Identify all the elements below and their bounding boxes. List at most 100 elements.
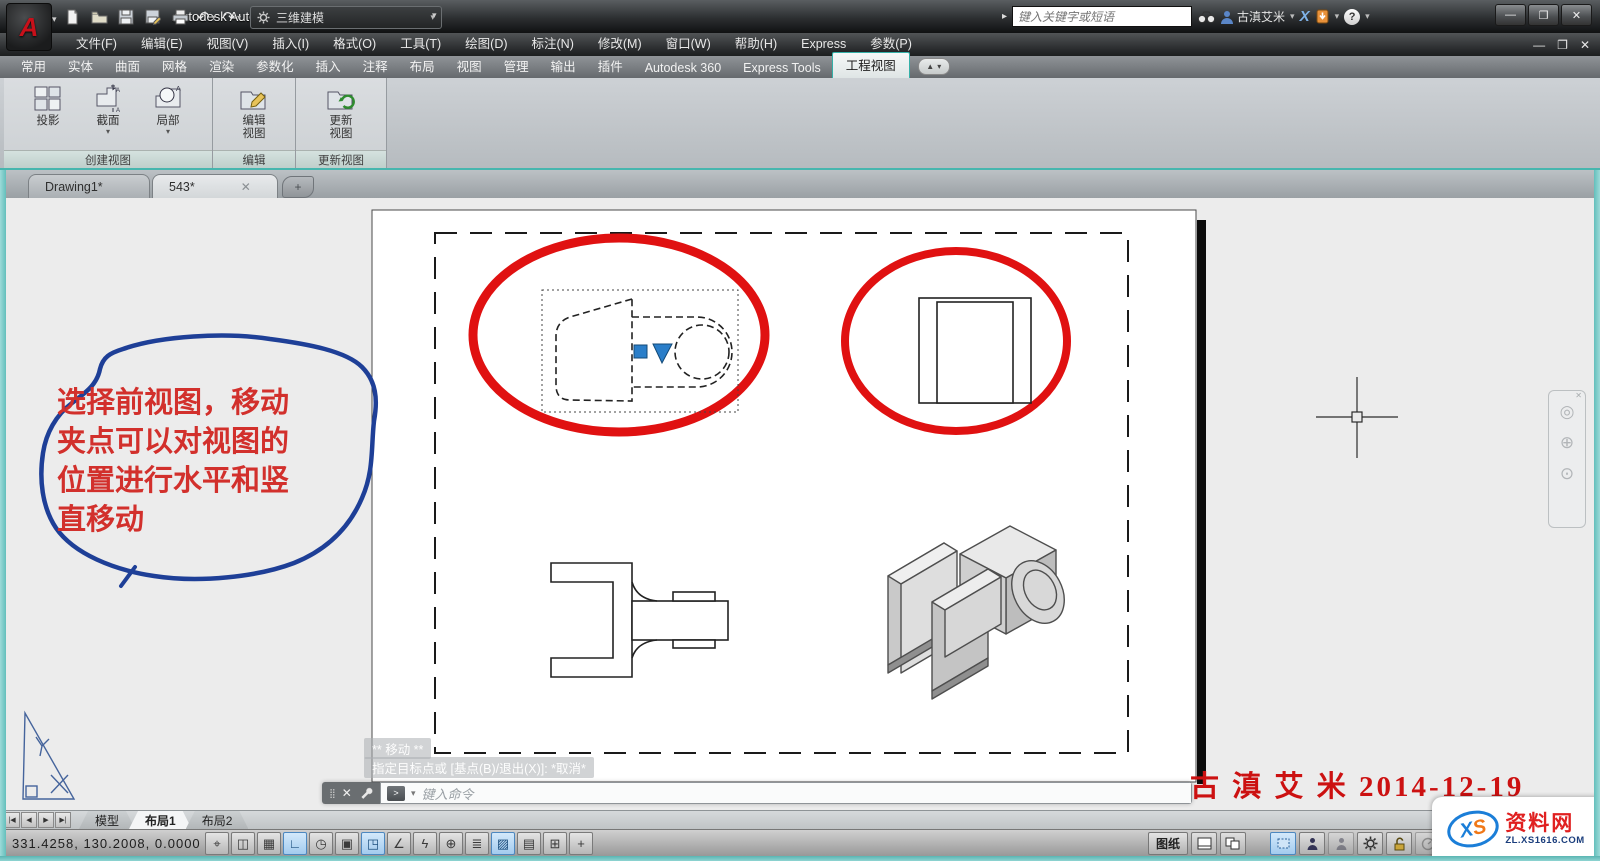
- selection-preview-button[interactable]: [1270, 832, 1296, 855]
- ribbon-tab-surface[interactable]: 曲面: [104, 53, 151, 78]
- minimize-button[interactable]: —: [1495, 4, 1526, 26]
- new-drawing-tab-button[interactable]: +: [282, 176, 314, 198]
- undo-dropdown-icon[interactable]: ▾: [212, 13, 216, 22]
- paper-space-button[interactable]: 图纸: [1148, 832, 1188, 855]
- command-input-field[interactable]: > ▾ 键入命令: [380, 782, 1192, 804]
- ribbon-tab-layout[interactable]: 布局: [399, 53, 446, 78]
- command-recent-dropdown-icon[interactable]: ▾: [411, 788, 416, 799]
- zoom-icon[interactable]: ⊙: [1560, 465, 1574, 482]
- annotation-autoscale-button[interactable]: [1328, 832, 1354, 855]
- save-icon[interactable]: [116, 7, 136, 27]
- steering-wheel-icon[interactable]: ◎: [1560, 403, 1575, 420]
- download-apps-icon[interactable]: [1315, 9, 1330, 24]
- ribbon-tab-insert[interactable]: 插入: [305, 53, 352, 78]
- annotation-visibility-button[interactable]: [1299, 832, 1325, 855]
- navbar-close-icon[interactable]: ✕: [1575, 392, 1582, 400]
- status-toggle-snap-mode[interactable]: ◫: [231, 832, 255, 855]
- plot-icon[interactable]: [170, 7, 190, 27]
- pan-icon[interactable]: ⊕: [1560, 434, 1574, 451]
- ribbon-tab-drawing-views[interactable]: 工程视图: [832, 52, 910, 78]
- ribbon-tab-home[interactable]: 常用: [10, 53, 57, 78]
- toolbar-lock-button[interactable]: [1386, 832, 1412, 855]
- status-toggle-object-snap-tracking[interactable]: ∠: [387, 832, 411, 855]
- layout1-tab[interactable]: 布局1: [129, 811, 192, 829]
- ribbon-minimize-button[interactable]: ▲▾: [918, 58, 950, 75]
- navigation-bar[interactable]: ✕ ◎ ⊕ ⊙: [1548, 390, 1586, 528]
- quick-view-drawings-button[interactable]: [1220, 832, 1246, 855]
- ribbon-tab-render[interactable]: 渲染: [198, 53, 245, 78]
- edit-view-button[interactable]: 编辑 视图: [225, 81, 283, 141]
- status-toggle-transparency[interactable]: ▨: [491, 832, 515, 855]
- status-toggle-infer-constraints[interactable]: ⌖: [205, 832, 229, 855]
- layout-last-button[interactable]: ▶|: [55, 812, 71, 828]
- ribbon-tab-plugins[interactable]: 插件: [587, 53, 634, 78]
- doc-restore-icon[interactable]: ❐: [1557, 38, 1568, 52]
- ribbon-tab-mesh[interactable]: 网格: [151, 53, 198, 78]
- application-menu-button[interactable]: A: [6, 3, 52, 51]
- coordinate-display[interactable]: 331.4258, 130.2008, 0.0000: [12, 836, 201, 851]
- file-tab-close-icon[interactable]: ✕: [241, 180, 251, 194]
- status-toggle-polar-tracking[interactable]: ◷: [309, 832, 333, 855]
- quick-view-layouts-button[interactable]: [1191, 832, 1217, 855]
- menu-item-window[interactable]: 窗口(W): [654, 33, 723, 56]
- new-file-icon[interactable]: [62, 7, 82, 27]
- doc-minimize-icon[interactable]: —: [1533, 38, 1545, 52]
- undo-icon[interactable]: ↶: [197, 10, 210, 25]
- redo-dropdown-icon[interactable]: ▾: [237, 13, 241, 22]
- layout2-tab[interactable]: 布局2: [186, 811, 249, 829]
- search-binoculars-icon[interactable]: [1197, 10, 1216, 24]
- command-drag-grip[interactable]: ⣿: [329, 788, 335, 799]
- command-line[interactable]: ⣿ ✕ > ▾ 键入命令: [322, 782, 1192, 804]
- command-prompt-icon[interactable]: >: [387, 786, 405, 801]
- layout-first-button[interactable]: |◀: [4, 812, 20, 828]
- workspace-switcher[interactable]: 三维建模 ▾: [250, 6, 442, 29]
- status-toggle-grid-display[interactable]: ▦: [257, 832, 281, 855]
- help-icon[interactable]: ?: [1344, 9, 1360, 25]
- layout-next-button[interactable]: ▶: [38, 812, 54, 828]
- infocenter-expand-icon[interactable]: ▸: [1002, 11, 1007, 22]
- qat-customize-icon[interactable]: ▾: [432, 10, 437, 21]
- application-menu-caret-icon[interactable]: ▾: [52, 14, 57, 25]
- status-toggle-object-snap[interactable]: ▣: [335, 832, 359, 855]
- ribbon-tab-manage[interactable]: 管理: [493, 53, 540, 78]
- file-tab-drawing1[interactable]: Drawing1*: [28, 174, 150, 198]
- ribbon-tab-output[interactable]: 输出: [540, 53, 587, 78]
- redo-icon[interactable]: ↷: [223, 10, 236, 25]
- status-toggle-3d-object-snap[interactable]: ◳: [361, 832, 385, 855]
- ribbon-tab-autodesk360[interactable]: Autodesk 360: [634, 58, 732, 78]
- signin-user[interactable]: 古滇艾米: [1221, 8, 1285, 25]
- workspace-switching-button[interactable]: [1357, 832, 1383, 855]
- status-toggle-lineweight[interactable]: ≣: [465, 832, 489, 855]
- ribbon-tab-express-tools[interactable]: Express Tools: [732, 58, 832, 78]
- apps-dropdown-icon[interactable]: ▾: [1335, 11, 1340, 22]
- status-toggle-annotation-monitor[interactable]: +: [569, 832, 593, 855]
- menu-item-help[interactable]: 帮助(H): [723, 33, 789, 56]
- section-view-button[interactable]: AA 截面 ▾: [79, 81, 137, 136]
- ribbon-tab-parametric[interactable]: 参数化: [245, 53, 305, 78]
- model-tab[interactable]: 模型: [79, 811, 135, 829]
- help-dropdown-icon[interactable]: ▾: [1365, 11, 1370, 22]
- detail-view-button[interactable]: A 局部 ▾: [139, 81, 197, 136]
- status-toggle-dynamic-ucs[interactable]: ϟ: [413, 832, 437, 855]
- save-as-icon[interactable]: [143, 7, 163, 27]
- detail-dropdown-icon[interactable]: ▾: [166, 128, 170, 136]
- status-toggle-selection-cycling[interactable]: ⊞: [543, 832, 567, 855]
- restore-button[interactable]: ❐: [1528, 4, 1559, 26]
- autodesk-exchange-icon[interactable]: X: [1300, 8, 1310, 25]
- section-dropdown-icon[interactable]: ▾: [106, 128, 110, 136]
- ribbon-tab-view[interactable]: 视图: [446, 53, 493, 78]
- open-file-icon[interactable]: [89, 7, 109, 27]
- projection-view-button[interactable]: 投影: [19, 81, 77, 128]
- status-toggle-ortho-mode[interactable]: ∟: [283, 832, 307, 855]
- doc-close-icon[interactable]: ✕: [1580, 38, 1590, 52]
- user-dropdown-icon[interactable]: ▾: [1290, 11, 1295, 22]
- ribbon-tab-annotate[interactable]: 注释: [352, 53, 399, 78]
- update-view-button[interactable]: 更新 视图: [312, 81, 370, 141]
- search-input[interactable]: [1012, 6, 1192, 27]
- file-tab-543[interactable]: 543* ✕: [152, 174, 278, 198]
- status-toggle-dynamic-input[interactable]: ⊕: [439, 832, 463, 855]
- status-toggle-quick-properties[interactable]: ▤: [517, 832, 541, 855]
- command-close-icon[interactable]: ✕: [342, 786, 352, 800]
- command-wrench-icon[interactable]: [359, 786, 373, 800]
- layout-prev-button[interactable]: ◀: [21, 812, 37, 828]
